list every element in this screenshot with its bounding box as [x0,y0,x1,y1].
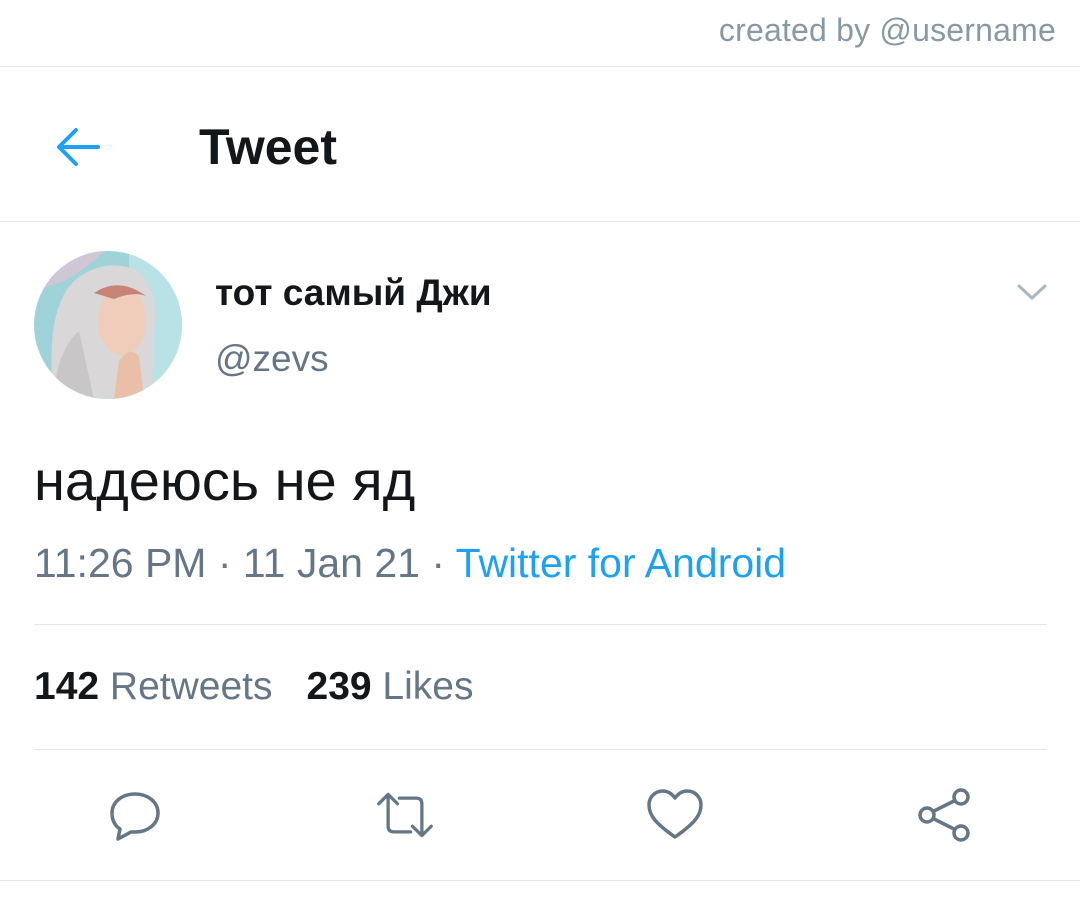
back-button[interactable] [46,115,110,179]
author-handle[interactable]: @zevs [215,338,329,380]
tweet-date: 11 Jan 21 [242,540,420,586]
divider [34,749,1047,750]
retweet-icon [377,792,433,838]
heart-icon [647,789,703,839]
reply-icon [110,792,160,841]
chevron-down-icon [1017,284,1047,300]
like-button[interactable] [645,785,705,845]
tweet-meta: 11:26 PM · 11 Jan 21 · Twitter for Andro… [34,540,786,587]
page-title: Tweet [199,119,337,175]
watermark-text: created by @username [718,12,1056,48]
tweet-options-button[interactable] [1012,274,1052,310]
tweet-action-bar [0,785,1080,845]
arrow-left-icon [57,128,100,166]
likes-count: 239 [306,665,372,708]
share-button[interactable] [915,785,975,845]
tweet-time: 11:26 PM [34,540,207,586]
retweets-count: 142 [34,665,100,708]
retweets-label: Retweets [109,665,273,708]
reply-button[interactable] [105,785,165,845]
tweet-source-link[interactable]: Twitter for Android [456,540,786,586]
likes-stat[interactable]: 239 Likes [307,665,474,708]
retweet-button[interactable] [375,785,435,845]
author-display-name[interactable]: тот самый Джи [215,272,492,314]
avatar-image [34,251,182,399]
meta-separator: · [206,540,243,586]
avatar[interactable] [34,251,182,399]
likes-label: Likes [382,665,474,708]
meta-separator: · [419,540,456,586]
divider [0,880,1080,881]
divider [0,66,1080,67]
share-icon [918,788,970,842]
divider [0,221,1080,222]
retweets-stat[interactable]: 142 Retweets [34,665,273,708]
tweet-text: надеюсь не яд [34,449,416,512]
divider [34,624,1047,625]
tweet-stats: 142 Retweets 239 Likes [34,665,473,709]
